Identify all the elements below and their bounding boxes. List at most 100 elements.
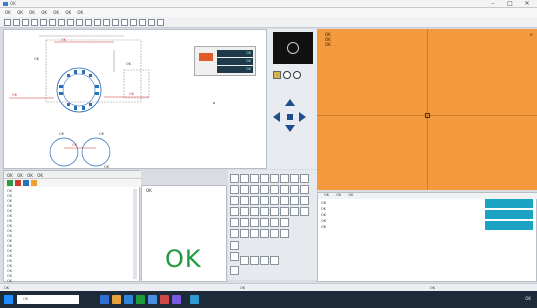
settings-icon[interactable] [139,19,146,26]
tool-curve4-icon[interactable] [260,229,269,238]
camera-image-view[interactable]: OK OK OK ✕ [317,29,537,190]
windows-start-icon[interactable] [4,295,13,304]
zoom-out-icon[interactable] [49,19,56,26]
result-row[interactable]: OK [321,201,326,205]
maximize-button[interactable]: □ [502,0,518,8]
tool-edge-icon[interactable] [270,196,279,205]
ring-light-icon[interactable] [283,71,291,79]
tool-intersect-icon[interactable] [240,185,249,194]
tool-line-icon[interactable] [240,174,249,183]
angle-icon[interactable] [121,19,128,26]
tool-distance-icon[interactable] [230,185,239,194]
save-icon[interactable] [22,19,29,26]
jog-center-icon[interactable] [287,114,293,120]
tool-ring-icon[interactable] [270,185,279,194]
taskbar-search-input[interactable]: OK [17,295,79,304]
tool-grid-icon[interactable] [240,256,249,265]
tab-item[interactable]: OK [37,173,43,178]
app4-icon[interactable] [172,295,181,304]
tool-tangent-icon[interactable] [250,185,259,194]
tool-curve2-icon[interactable] [240,229,249,238]
tool-circle-icon[interactable] [250,174,259,183]
tool-point-icon[interactable] [230,174,239,183]
tool-grid3-icon[interactable] [260,256,269,265]
help-icon[interactable] [157,19,164,26]
system-tray[interactable]: OK [525,296,531,301]
app5-icon[interactable] [190,295,199,304]
new-file-icon[interactable] [4,19,11,26]
point-icon[interactable] [67,19,74,26]
image-close-icon[interactable]: ✕ [530,32,533,37]
tool-bracket3-icon[interactable] [250,196,259,205]
tool-frame3-icon[interactable] [250,218,259,227]
tool-ring2-icon[interactable] [280,185,289,194]
tool-export-icon[interactable] [230,252,239,261]
app3-icon[interactable] [160,295,169,304]
tool-check-icon[interactable] [270,207,279,216]
tool-report-icon[interactable] [230,241,239,250]
open-file-icon[interactable] [13,19,20,26]
measure-icon[interactable] [112,19,119,26]
tool-edge2-icon[interactable] [280,196,289,205]
menu-item[interactable]: OK [5,10,11,15]
tool-curve-icon[interactable] [230,229,239,238]
tool-grid4-icon[interactable] [270,256,279,265]
app2-icon[interactable] [148,295,157,304]
cad-sketch-view[interactable]: OK OK OK OK OK OK OK OK OK OK OK OK [3,29,267,169]
tool-midpoint-icon[interactable] [260,185,269,194]
tool-curve3-icon[interactable] [250,229,259,238]
tree-scrollbar[interactable] [133,189,137,279]
distance-icon[interactable] [130,19,137,26]
rectangle-icon[interactable] [103,19,110,26]
print-icon[interactable] [31,19,38,26]
tool-edge4-icon[interactable] [300,196,309,205]
menu-item[interactable]: OK [41,10,47,15]
edge-icon[interactable] [124,295,133,304]
tool-curve6-icon[interactable] [280,229,289,238]
tool-ring3-icon[interactable] [290,185,299,194]
tool-angle-icon[interactable] [300,174,309,183]
menu-item[interactable]: OK [17,10,23,15]
add-icon[interactable] [7,180,13,186]
menu-item[interactable]: OK [65,10,71,15]
tool-frame2-icon[interactable] [240,218,249,227]
arc-icon[interactable] [94,19,101,26]
tool-plane2-icon[interactable] [240,207,249,216]
close-button[interactable]: ✕ [519,0,535,8]
zoom-in-icon[interactable] [40,19,47,26]
result-row[interactable]: OK [321,225,326,229]
tool-bracket4-icon[interactable] [260,196,269,205]
tool-bracket-icon[interactable] [230,196,239,205]
tool-curve5-icon[interactable] [270,229,279,238]
tool-check4-icon[interactable] [300,207,309,216]
tool-frame6-icon[interactable] [280,218,289,227]
tool-plane3-icon[interactable] [250,207,259,216]
circle-icon[interactable] [85,19,92,26]
tab-item[interactable]: OK [27,173,33,178]
tool-arc-icon[interactable] [260,174,269,183]
tool-frame-icon[interactable] [230,218,239,227]
folder-icon[interactable] [112,295,121,304]
result-row[interactable]: OK [321,207,326,211]
delete-icon[interactable] [15,180,21,186]
tool-plane4-icon[interactable] [260,207,269,216]
tool-ellipse-icon[interactable] [270,174,279,183]
tool-plane-icon[interactable] [230,207,239,216]
tool-frame5-icon[interactable] [270,218,279,227]
tool-slot-icon[interactable] [290,174,299,183]
tool-grid2-icon[interactable] [250,256,259,265]
app-icon[interactable] [100,295,109,304]
minimize-button[interactable]: – [485,0,501,8]
tool-ring4-icon[interactable] [300,185,309,194]
jog-right-icon[interactable] [299,112,306,122]
tool-check3-icon[interactable] [290,207,299,216]
jog-left-icon[interactable] [273,112,280,122]
coaxial-light-icon[interactable] [293,71,301,79]
tool-edge3-icon[interactable] [290,196,299,205]
report-icon[interactable] [148,19,155,26]
tool-rect-icon[interactable] [280,174,289,183]
fit-icon[interactable] [58,19,65,26]
result-row[interactable]: OK [321,213,326,217]
copy-icon[interactable] [23,180,29,186]
tool-check2-icon[interactable] [280,207,289,216]
